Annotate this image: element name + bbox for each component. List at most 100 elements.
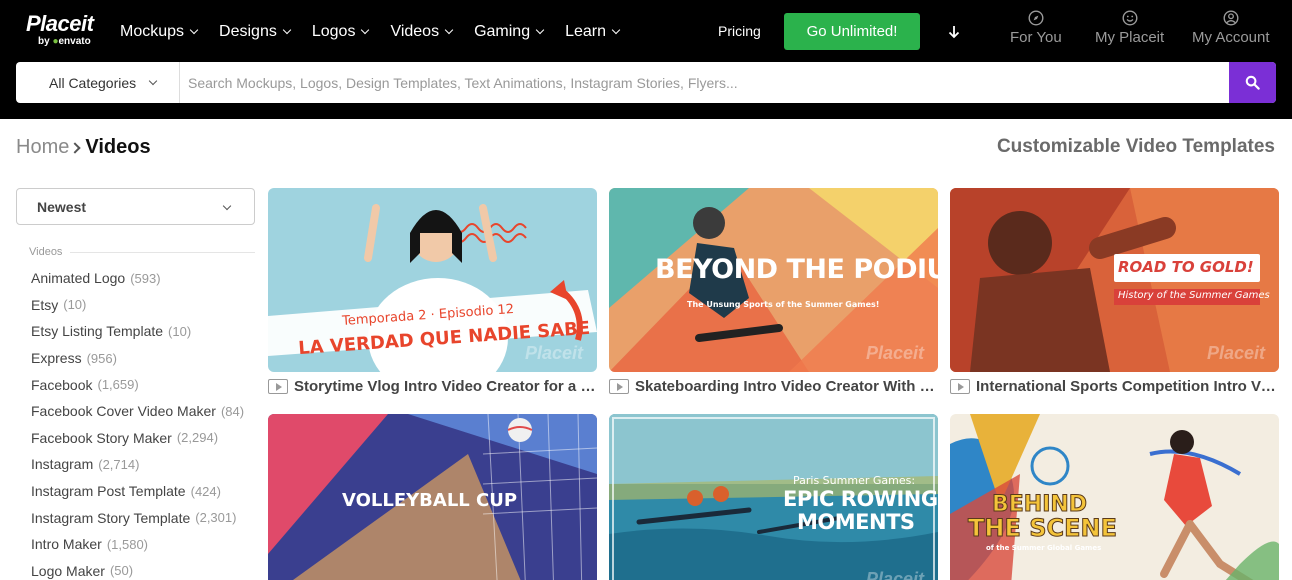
category-item[interactable]: Logo Maker (50) bbox=[31, 558, 244, 580]
chevron-down-icon bbox=[222, 201, 232, 211]
template-thumbnail[interactable]: BEHIND THE SCENE of the Summer Global Ga… bbox=[950, 414, 1279, 580]
category-item[interactable]: Instagram (2,714) bbox=[31, 451, 244, 478]
nav-logos[interactable]: Logos bbox=[302, 20, 379, 44]
play-icon bbox=[950, 379, 970, 394]
category-count: (10) bbox=[168, 323, 192, 339]
thumbnail-headline: EPIC ROWING bbox=[783, 487, 938, 511]
top-header: Placeit by ●envato Mockups Designs Logos… bbox=[0, 0, 1292, 119]
chevron-down-icon bbox=[535, 25, 545, 35]
logo-sub-mark: envato bbox=[58, 36, 91, 47]
template-title[interactable]: Skateboarding Intro Video Creator With a… bbox=[609, 378, 938, 395]
nav-videos-label: Videos bbox=[390, 23, 440, 40]
search-input[interactable] bbox=[188, 62, 1228, 103]
thumbnail-headline-2: MOMENTS bbox=[797, 510, 915, 534]
go-unlimited-button[interactable]: Go Unlimited! bbox=[784, 13, 920, 50]
template-card[interactable]: BEHIND THE SCENE of the Summer Global Ga… bbox=[950, 414, 1279, 580]
smiley-icon bbox=[1122, 10, 1138, 26]
template-thumbnail[interactable]: Paris Summer Games: EPIC ROWING MOMENTS … bbox=[609, 414, 938, 580]
search-bar: All Categories bbox=[16, 62, 1276, 103]
category-select-value: All Categories bbox=[49, 74, 137, 91]
thumbnail-headline: VOLLEYBALL CUP bbox=[342, 490, 518, 511]
logo-sub-prefix: by bbox=[38, 36, 53, 47]
chevron-down-icon bbox=[189, 25, 199, 35]
divider bbox=[70, 251, 255, 253]
nav-videos[interactable]: Videos bbox=[380, 20, 462, 44]
pricing-link[interactable]: Pricing bbox=[718, 23, 761, 39]
template-title-text: Storytime Vlog Intro Video Creator for a… bbox=[294, 378, 597, 395]
chevron-down-icon bbox=[361, 25, 370, 35]
category-list: Animated Logo (593) Etsy (10) Etsy Listing… bbox=[31, 265, 244, 580]
category-label: Facebook Story Maker bbox=[31, 429, 172, 446]
logo-wordmark: Placeit bbox=[26, 11, 94, 36]
search-icon bbox=[1245, 75, 1260, 90]
nav-gaming[interactable]: Gaming bbox=[464, 20, 553, 44]
template-title[interactable]: International Sports Competition Intro V… bbox=[950, 378, 1279, 395]
category-label: Etsy bbox=[31, 296, 59, 313]
watermark: Placeit bbox=[865, 569, 924, 580]
template-thumbnail[interactable]: VOLLEYBALL CUP bbox=[268, 414, 597, 580]
my-account-link[interactable]: My Account bbox=[1192, 10, 1270, 46]
template-card[interactable]: BEYOND THE PODIUM The Unsung Sports of t… bbox=[609, 188, 938, 395]
template-title-text: International Sports Competition Intro V… bbox=[976, 378, 1279, 395]
template-card[interactable]: ROAD TO GOLD! History of the Summer Game… bbox=[950, 188, 1279, 395]
template-title[interactable]: Storytime Vlog Intro Video Creator for a… bbox=[268, 378, 597, 395]
category-count: (2,301) bbox=[195, 510, 237, 526]
category-label: Logo Maker bbox=[31, 562, 105, 579]
nav-gaming-label: Gaming bbox=[474, 23, 531, 40]
breadcrumb: Home Videos bbox=[16, 136, 151, 159]
category-count: (593) bbox=[130, 270, 161, 286]
download-arrow-icon[interactable] bbox=[944, 22, 964, 42]
category-item[interactable]: Facebook (1,659) bbox=[31, 371, 244, 398]
category-item[interactable]: Intro Maker (1,580) bbox=[31, 531, 244, 558]
breadcrumb-home[interactable]: Home bbox=[16, 136, 69, 159]
category-select[interactable]: All Categories bbox=[16, 62, 180, 103]
breadcrumb-current: Videos bbox=[85, 136, 151, 158]
nav-learn[interactable]: Learn bbox=[555, 20, 629, 44]
template-thumbnail[interactable]: ROAD TO GOLD! History of the Summer Game… bbox=[950, 188, 1279, 372]
placeit-logo[interactable]: Placeit by ●envato bbox=[26, 11, 94, 48]
play-icon bbox=[609, 379, 629, 394]
category-item[interactable]: Etsy Listing Template (10) bbox=[31, 318, 244, 345]
category-item[interactable]: Facebook Story Maker (2,294) bbox=[31, 425, 244, 452]
category-count: (2,714) bbox=[98, 456, 140, 472]
category-count: (424) bbox=[190, 483, 221, 499]
logo-subline: by ●envato bbox=[38, 36, 93, 48]
category-item[interactable]: Express (956) bbox=[31, 345, 244, 372]
template-card[interactable]: Temporada 2 · Episodio 12 LA VERDAD QUE … bbox=[268, 188, 597, 395]
category-count: (1,659) bbox=[97, 377, 139, 393]
template-card[interactable]: VOLLEYBALL CUP bbox=[268, 414, 597, 580]
category-count: (84) bbox=[220, 403, 245, 419]
user-icon bbox=[1223, 10, 1239, 26]
for-you-link[interactable]: For You bbox=[1010, 10, 1062, 46]
category-label: Facebook bbox=[31, 376, 93, 393]
chevron-down-icon bbox=[444, 25, 454, 35]
category-item[interactable]: Instagram Post Template (424) bbox=[31, 478, 244, 505]
category-item[interactable]: Instagram Story Template (2,301) bbox=[31, 504, 244, 531]
nav-designs-label: Designs bbox=[219, 23, 277, 40]
category-label: Intro Maker bbox=[31, 536, 102, 553]
category-count: (956) bbox=[86, 350, 117, 366]
thumbnail-headline: BEYOND THE PODIUM bbox=[655, 254, 938, 285]
category-label: Instagram Story Template bbox=[31, 509, 191, 526]
thumbnail-caption: of the Summer Global Games bbox=[986, 544, 1102, 552]
category-item[interactable]: Facebook Cover Video Maker (84) bbox=[31, 398, 244, 425]
nav-learn-label: Learn bbox=[565, 23, 607, 40]
sort-select-value: Newest bbox=[37, 198, 87, 215]
compass-icon bbox=[1028, 10, 1044, 26]
template-thumbnail[interactable]: BEYOND THE PODIUM The Unsung Sports of t… bbox=[609, 188, 938, 372]
category-label: Express bbox=[31, 350, 82, 367]
category-item[interactable]: Etsy (10) bbox=[31, 292, 244, 319]
thumbnail-headline-2: THE SCENE bbox=[968, 514, 1118, 543]
nav-mockups[interactable]: Mockups bbox=[110, 20, 207, 44]
my-placeit-link[interactable]: My Placeit bbox=[1095, 10, 1164, 46]
category-count: (10) bbox=[63, 297, 87, 313]
play-icon bbox=[268, 379, 288, 394]
watermark: Placeit bbox=[865, 343, 924, 363]
category-item[interactable]: Animated Logo (593) bbox=[31, 265, 244, 292]
template-card[interactable]: Paris Summer Games: EPIC ROWING MOMENTS … bbox=[609, 414, 938, 580]
my-placeit-label: My Placeit bbox=[1095, 29, 1165, 46]
sort-select[interactable]: Newest bbox=[16, 188, 255, 225]
template-thumbnail[interactable]: Temporada 2 · Episodio 12 LA VERDAD QUE … bbox=[268, 188, 597, 372]
nav-designs[interactable]: Designs bbox=[209, 20, 300, 44]
search-button[interactable] bbox=[1229, 62, 1276, 103]
